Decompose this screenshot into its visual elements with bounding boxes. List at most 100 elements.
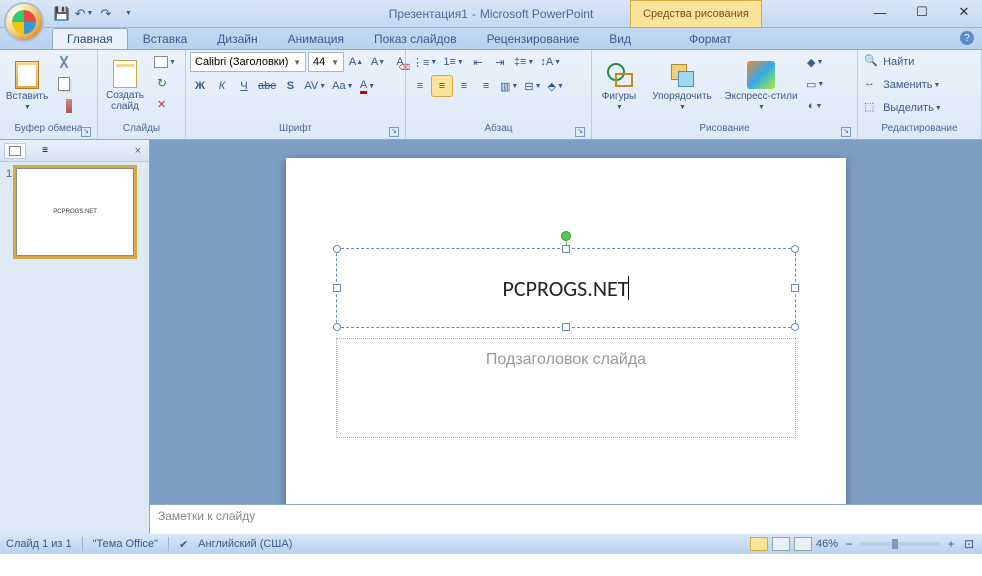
resize-handle-se[interactable] [791, 323, 799, 331]
select-icon [864, 100, 880, 116]
title-text[interactable]: PCPROGS.NET [503, 275, 629, 302]
language-indicator[interactable]: Английский (США) [198, 538, 292, 550]
copy-button[interactable] [54, 74, 74, 94]
tab-format[interactable]: Формат [674, 28, 747, 49]
tab-design[interactable]: Дизайн [202, 28, 272, 49]
zoom-level[interactable]: 46% [816, 538, 838, 550]
slideshow-view-button[interactable] [794, 537, 812, 551]
font-size-combo[interactable]: 44▼ [308, 52, 344, 72]
delete-slide-button[interactable] [152, 96, 178, 116]
zoom-out-button[interactable]: − [842, 537, 856, 551]
tab-insert[interactable]: Вставка [128, 28, 203, 49]
change-case-button[interactable]: Aa▼ [330, 76, 355, 96]
sorter-view-button[interactable] [772, 537, 790, 551]
find-icon [864, 54, 880, 70]
zoom-in-button[interactable]: + [944, 537, 958, 551]
redo-icon[interactable]: ↷ [96, 4, 116, 24]
shape-fill-button[interactable]: ◆▼ [804, 52, 826, 72]
font-name-combo[interactable]: Calibri (Заголовки)▼ [190, 52, 306, 72]
font-color-button[interactable]: A▼ [358, 76, 378, 96]
resize-handle-nw[interactable] [333, 245, 341, 253]
increase-indent-button[interactable]: ⇥ [490, 52, 510, 72]
normal-view-button[interactable] [750, 537, 768, 551]
font-launcher[interactable]: ↘ [389, 127, 399, 137]
spell-check-icon[interactable]: ✔ [179, 538, 188, 551]
zoom-slider[interactable] [860, 542, 940, 546]
resize-handle-ne[interactable] [791, 245, 799, 253]
shape-outline-button[interactable]: ▭▼ [804, 74, 826, 94]
tab-slideshow[interactable]: Показ слайдов [359, 28, 472, 49]
slide-canvas[interactable]: PCPROGS.NET Подзаголовок слайда [286, 158, 846, 504]
resize-handle-n[interactable] [562, 245, 570, 253]
text-direction-button[interactable]: ↕A▼ [538, 52, 563, 72]
new-slide-button[interactable]: Создать слайд [102, 52, 148, 120]
smartart-button[interactable]: ⬘▼ [546, 76, 566, 96]
canvas-scroll[interactable]: PCPROGS.NET Подзаголовок слайда [150, 140, 982, 504]
subtitle-placeholder[interactable]: Подзаголовок слайда [336, 338, 796, 438]
align-left-button[interactable]: ≡ [410, 76, 430, 96]
minimize-button[interactable]: — [868, 2, 892, 22]
resize-handle-s[interactable] [562, 323, 570, 331]
line-spacing-button[interactable]: ‡≡▼ [512, 52, 536, 72]
save-icon[interactable]: 💾 [52, 4, 72, 24]
rotate-handle[interactable] [561, 231, 571, 241]
notes-pane[interactable]: Заметки к слайду [150, 504, 982, 534]
paste-button[interactable]: Вставить ▼ [4, 52, 50, 120]
justify-button[interactable]: ≡ [476, 76, 496, 96]
bullets-button[interactable]: ⋮≡▼ [410, 52, 439, 72]
panel-tabs: ≡ × [0, 140, 149, 162]
help-icon[interactable]: ? [960, 31, 974, 45]
reset-button[interactable] [152, 74, 178, 94]
tab-home[interactable]: Главная [52, 28, 128, 49]
resize-handle-w[interactable] [333, 284, 341, 292]
shapes-button[interactable]: Фигуры▼ [596, 52, 642, 120]
office-button[interactable] [4, 2, 44, 42]
shadow-button[interactable]: S [280, 76, 300, 96]
fit-button[interactable]: ⊡ [962, 537, 976, 551]
resize-handle-e[interactable] [791, 284, 799, 292]
find-button[interactable]: Найти [862, 52, 944, 72]
layout-button[interactable]: ▼ [152, 52, 178, 72]
clipboard-launcher[interactable]: ↘ [81, 127, 91, 137]
quick-styles-button[interactable]: Экспресс-стили▼ [722, 52, 800, 120]
bold-button[interactable]: Ж [190, 76, 210, 96]
align-right-button[interactable]: ≡ [454, 76, 474, 96]
panel-close-button[interactable]: × [131, 145, 145, 157]
underline-button[interactable]: Ч [234, 76, 254, 96]
shape-effects-button[interactable]: ◐▼ [804, 96, 826, 116]
thumbnail-item[interactable]: 1 PCPROGS.NET [6, 168, 143, 256]
qat-customize-icon[interactable]: ▼ [118, 4, 138, 24]
title-placeholder[interactable]: PCPROGS.NET [336, 248, 796, 328]
thumbnail-slide[interactable]: PCPROGS.NET [16, 168, 134, 256]
tab-animation[interactable]: Анимация [273, 28, 359, 49]
select-button[interactable]: Выделить▼ [862, 98, 944, 118]
drawing-launcher[interactable]: ↘ [841, 127, 851, 137]
grow-font-button[interactable]: A▲ [346, 52, 366, 72]
group-label-drawing: Рисование↘ [596, 123, 853, 139]
strikethrough-button[interactable]: abe [256, 76, 278, 96]
format-painter-button[interactable] [54, 96, 74, 116]
group-label-editing: Редактирование [862, 123, 977, 139]
shrink-font-button[interactable]: A▼ [368, 52, 388, 72]
document-title: Презентация1 [389, 7, 468, 21]
paragraph-launcher[interactable]: ↘ [575, 127, 585, 137]
slides-tab[interactable] [4, 143, 26, 159]
align-center-button[interactable]: ≡ [432, 76, 452, 96]
resize-handle-sw[interactable] [333, 323, 341, 331]
clear-format-button[interactable]: A⌫ [390, 52, 410, 72]
replace-button[interactable]: Заменить▼ [862, 75, 944, 95]
align-text-button[interactable]: ⊟▼ [522, 76, 543, 96]
numbering-button[interactable]: 1≡▼ [441, 52, 465, 72]
maximize-button[interactable]: ☐ [910, 2, 934, 22]
columns-button[interactable]: ▥▼ [498, 76, 520, 96]
tab-review[interactable]: Рецензирование [472, 28, 595, 49]
char-spacing-button[interactable]: AV▼ [302, 76, 328, 96]
tab-view[interactable]: Вид [594, 28, 646, 49]
close-button[interactable]: ✕ [952, 2, 976, 22]
undo-icon[interactable]: ↶▼ [74, 4, 94, 24]
arrange-button[interactable]: Упорядочить▼ [646, 52, 718, 120]
italic-button[interactable]: К [212, 76, 232, 96]
cut-button[interactable] [54, 52, 74, 72]
outline-tab[interactable]: ≡ [34, 143, 56, 159]
decrease-indent-button[interactable]: ⇤ [468, 52, 488, 72]
